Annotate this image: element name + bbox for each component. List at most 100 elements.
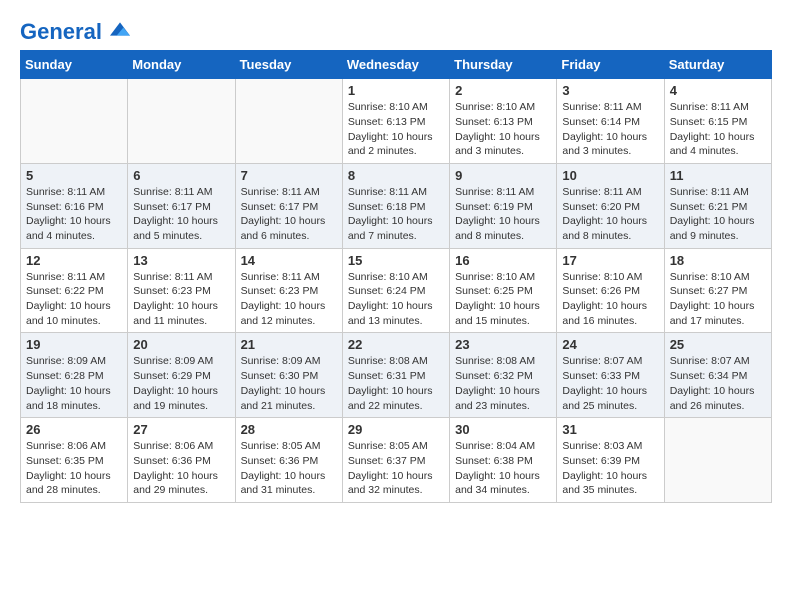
calendar-cell: 2Sunrise: 8:10 AM Sunset: 6:13 PM Daylig… <box>450 79 557 164</box>
calendar-week-1: 1 Sunrise: 8:10 AM Sunset: 6:13 PM Daylig… <box>21 79 772 164</box>
calendar-cell: 21 Sunrise: 8:09 AM Sunset: 6:30 PM Dayli… <box>235 333 342 418</box>
calendar-cell: 29 Sunrise: 8:05 AM Sunset: 6:37 PM Dayli… <box>342 418 449 503</box>
day-number: 10 <box>562 168 658 183</box>
calendar-cell: 13 Sunrise: 8:11 AM Sunset: 6:23 PM Dayli… <box>128 248 235 333</box>
day-number: 21 <box>241 337 337 352</box>
day-number: 27 <box>133 422 229 437</box>
day-number: 26 <box>26 422 122 437</box>
calendar-header-row: SundayMondayTuesdayWednesdayThursdayFrid… <box>21 51 772 79</box>
day-info: Sunrise: 8:05 AM Sunset: 6:36 PM Dayligh… <box>241 439 337 498</box>
calendar-cell: 8 Sunrise: 8:11 AM Sunset: 6:18 PM Daylig… <box>342 163 449 248</box>
day-info: Sunrise: 8:04 AM Sunset: 6:38 PM Dayligh… <box>455 439 551 498</box>
calendar-cell: 25 Sunrise: 8:07 AM Sunset: 6:34 PM Dayli… <box>664 333 771 418</box>
day-number: 19 <box>26 337 122 352</box>
calendar-cell: 28 Sunrise: 8:05 AM Sunset: 6:36 PM Dayli… <box>235 418 342 503</box>
day-info: Sunrise: 8:11 AM Sunset: 6:17 PM Dayligh… <box>241 185 337 244</box>
day-info: Sunrise: 8:11 AM Sunset: 6:23 PM Dayligh… <box>133 270 229 329</box>
day-info: Sunrise: 8:05 AM Sunset: 6:37 PM Dayligh… <box>348 439 444 498</box>
calendar-week-4: 19 Sunrise: 8:09 AM Sunset: 6:28 PM Dayli… <box>21 333 772 418</box>
day-info: Sunrise: 8:08 AM Sunset: 6:31 PM Dayligh… <box>348 354 444 413</box>
day-number: 8 <box>348 168 444 183</box>
day-info: Sunrise: 8:10 AM Sunset: 6:13 PM Dayligh… <box>348 100 444 159</box>
day-number: 15 <box>348 253 444 268</box>
day-number: 13 <box>133 253 229 268</box>
day-number: 14 <box>241 253 337 268</box>
calendar-week-2: 5 Sunrise: 8:11 AM Sunset: 6:16 PM Daylig… <box>21 163 772 248</box>
day-info: Sunrise: 8:11 AM Sunset: 6:15 PM Dayligh… <box>670 100 766 159</box>
calendar-cell: 5 Sunrise: 8:11 AM Sunset: 6:16 PM Daylig… <box>21 163 128 248</box>
day-info: Sunrise: 8:03 AM Sunset: 6:39 PM Dayligh… <box>562 439 658 498</box>
calendar-cell <box>664 418 771 503</box>
day-info: Sunrise: 8:07 AM Sunset: 6:33 PM Dayligh… <box>562 354 658 413</box>
day-number: 9 <box>455 168 551 183</box>
day-info: Sunrise: 8:11 AM Sunset: 6:22 PM Dayligh… <box>26 270 122 329</box>
day-number: 4 <box>670 83 766 98</box>
weekday-header-wednesday: Wednesday <box>342 51 449 79</box>
day-number: 31 <box>562 422 658 437</box>
day-number: 11 <box>670 168 766 183</box>
calendar-table: SundayMondayTuesdayWednesdayThursdayFrid… <box>20 50 772 503</box>
day-number: 25 <box>670 337 766 352</box>
day-number: 16 <box>455 253 551 268</box>
calendar-cell: 6 Sunrise: 8:11 AM Sunset: 6:17 PM Daylig… <box>128 163 235 248</box>
page-header: General <box>20 20 772 40</box>
day-number: 20 <box>133 337 229 352</box>
weekday-header-monday: Monday <box>128 51 235 79</box>
day-number: 12 <box>26 253 122 268</box>
calendar-cell: 15Sunrise: 8:10 AM Sunset: 6:24 PM Dayli… <box>342 248 449 333</box>
day-info: Sunrise: 8:10 AM Sunset: 6:25 PM Dayligh… <box>455 270 551 329</box>
day-number: 24 <box>562 337 658 352</box>
day-number: 22 <box>348 337 444 352</box>
calendar-week-5: 26Sunrise: 8:06 AM Sunset: 6:35 PM Dayli… <box>21 418 772 503</box>
day-number: 5 <box>26 168 122 183</box>
calendar-cell: 14 Sunrise: 8:11 AM Sunset: 6:23 PM Dayli… <box>235 248 342 333</box>
weekday-header-friday: Friday <box>557 51 664 79</box>
day-info: Sunrise: 8:11 AM Sunset: 6:17 PM Dayligh… <box>133 185 229 244</box>
weekday-header-tuesday: Tuesday <box>235 51 342 79</box>
weekday-header-sunday: Sunday <box>21 51 128 79</box>
day-info: Sunrise: 8:11 AM Sunset: 6:20 PM Dayligh… <box>562 185 658 244</box>
day-info: Sunrise: 8:11 AM Sunset: 6:23 PM Dayligh… <box>241 270 337 329</box>
day-info: Sunrise: 8:06 AM Sunset: 6:36 PM Dayligh… <box>133 439 229 498</box>
calendar-cell <box>235 79 342 164</box>
calendar-cell: 20 Sunrise: 8:09 AM Sunset: 6:29 PM Dayli… <box>128 333 235 418</box>
day-info: Sunrise: 8:11 AM Sunset: 6:14 PM Dayligh… <box>562 100 658 159</box>
day-info: Sunrise: 8:11 AM Sunset: 6:16 PM Dayligh… <box>26 185 122 244</box>
day-info: Sunrise: 8:08 AM Sunset: 6:32 PM Dayligh… <box>455 354 551 413</box>
calendar-cell: 19 Sunrise: 8:09 AM Sunset: 6:28 PM Dayli… <box>21 333 128 418</box>
day-number: 28 <box>241 422 337 437</box>
day-info: Sunrise: 8:07 AM Sunset: 6:34 PM Dayligh… <box>670 354 766 413</box>
day-number: 1 <box>348 83 444 98</box>
calendar-cell <box>128 79 235 164</box>
day-number: 6 <box>133 168 229 183</box>
day-number: 7 <box>241 168 337 183</box>
calendar-cell: 12 Sunrise: 8:11 AM Sunset: 6:22 PM Dayli… <box>21 248 128 333</box>
day-number: 18 <box>670 253 766 268</box>
calendar-week-3: 12 Sunrise: 8:11 AM Sunset: 6:22 PM Dayli… <box>21 248 772 333</box>
day-info: Sunrise: 8:11 AM Sunset: 6:21 PM Dayligh… <box>670 185 766 244</box>
calendar-cell: 7 Sunrise: 8:11 AM Sunset: 6:17 PM Daylig… <box>235 163 342 248</box>
day-info: Sunrise: 8:10 AM Sunset: 6:26 PM Dayligh… <box>562 270 658 329</box>
calendar-cell: 1 Sunrise: 8:10 AM Sunset: 6:13 PM Daylig… <box>342 79 449 164</box>
day-info: Sunrise: 8:11 AM Sunset: 6:19 PM Dayligh… <box>455 185 551 244</box>
day-number: 23 <box>455 337 551 352</box>
calendar-cell: 16 Sunrise: 8:10 AM Sunset: 6:25 PM Dayli… <box>450 248 557 333</box>
calendar-cell: 26Sunrise: 8:06 AM Sunset: 6:35 PM Dayli… <box>21 418 128 503</box>
calendar-cell: 30 Sunrise: 8:04 AM Sunset: 6:38 PM Dayli… <box>450 418 557 503</box>
calendar-cell: 31 Sunrise: 8:03 AM Sunset: 6:39 PM Dayli… <box>557 418 664 503</box>
day-info: Sunrise: 8:11 AM Sunset: 6:18 PM Dayligh… <box>348 185 444 244</box>
day-info: Sunrise: 8:10 AM Sunset: 6:13 PM Dayligh… <box>455 100 551 159</box>
day-number: 29 <box>348 422 444 437</box>
calendar-cell: 17Sunrise: 8:10 AM Sunset: 6:26 PM Dayli… <box>557 248 664 333</box>
day-number: 30 <box>455 422 551 437</box>
calendar-cell: 3Sunrise: 8:11 AM Sunset: 6:14 PM Daylig… <box>557 79 664 164</box>
calendar-cell: 18Sunrise: 8:10 AM Sunset: 6:27 PM Dayli… <box>664 248 771 333</box>
day-info: Sunrise: 8:09 AM Sunset: 6:30 PM Dayligh… <box>241 354 337 413</box>
weekday-header-thursday: Thursday <box>450 51 557 79</box>
day-info: Sunrise: 8:09 AM Sunset: 6:29 PM Dayligh… <box>133 354 229 413</box>
day-info: Sunrise: 8:09 AM Sunset: 6:28 PM Dayligh… <box>26 354 122 413</box>
calendar-cell: 27 Sunrise: 8:06 AM Sunset: 6:36 PM Dayli… <box>128 418 235 503</box>
logo-text: General <box>20 20 130 44</box>
calendar-cell: 23 Sunrise: 8:08 AM Sunset: 6:32 PM Dayli… <box>450 333 557 418</box>
logo: General <box>20 20 130 40</box>
